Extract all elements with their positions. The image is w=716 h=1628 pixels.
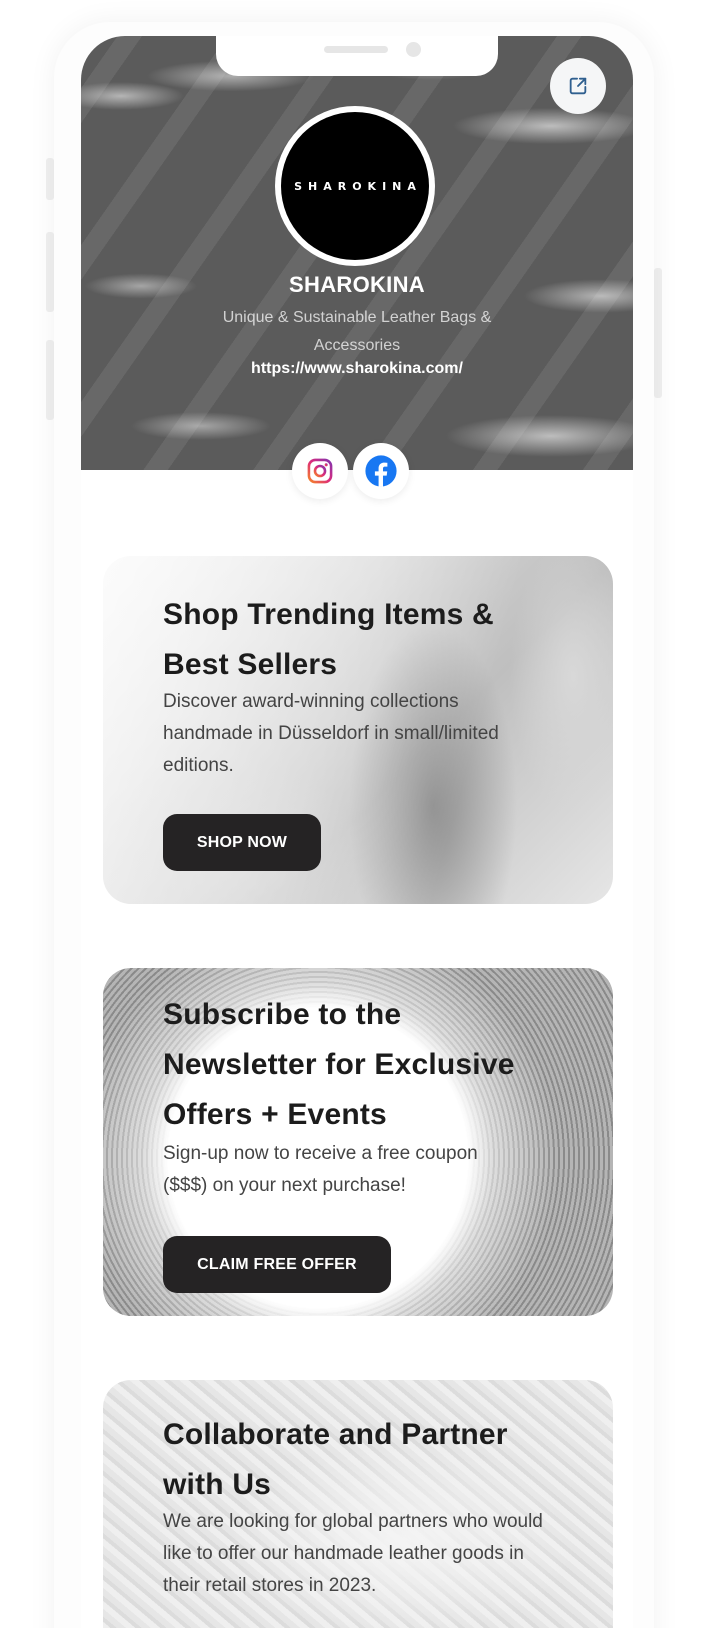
card-newsletter[interactable]: Subscribe to the Newsletter for Exclusiv… — [103, 968, 613, 1316]
card-collaborate[interactable]: Collaborate and Partner with Us We are l… — [103, 1380, 613, 1628]
profile-bio: Unique & Sustainable Leather Bags & Acce… — [222, 309, 492, 354]
instagram-button[interactable] — [292, 443, 348, 499]
shop-now-button[interactable]: SHOP NOW — [163, 814, 321, 871]
profile-name: SHAROKINA — [289, 272, 425, 297]
profile-header: SHAROKINA SHAROKINA Unique & Sustainable… — [81, 36, 633, 470]
instagram-icon — [307, 458, 333, 484]
profile-screen: SHAROKINA SHAROKINA Unique & Sustainable… — [81, 36, 633, 1628]
share-button[interactable] — [550, 58, 606, 114]
avatar: SHAROKINA — [275, 106, 435, 266]
card-title: Collaborate and Partner with Us — [163, 1418, 508, 1501]
brand-logo: SHAROKINA — [281, 112, 429, 260]
share-icon — [569, 77, 587, 95]
card-title: Shop Trending Items & Best Sellers — [163, 598, 494, 681]
card-shop-trending[interactable]: Shop Trending Items & Best Sellers Disco… — [103, 556, 613, 904]
card-description: We are looking for global partners who w… — [163, 1511, 543, 1596]
profile-website-link[interactable]: https://www.sharokina.com/ — [81, 360, 633, 378]
phone-side-button — [46, 232, 54, 312]
brand-logo-text: SHAROKINA — [294, 179, 422, 193]
facebook-button[interactable] — [353, 443, 409, 499]
notch-camera — [406, 42, 421, 57]
card-title: Subscribe to the Newsletter for Exclusiv… — [163, 998, 515, 1131]
phone-side-button — [46, 340, 54, 420]
facebook-icon — [365, 455, 397, 487]
notch-speaker — [324, 46, 388, 53]
card-description: Discover award-winning collections handm… — [163, 691, 499, 776]
phone-side-button — [46, 158, 54, 200]
claim-free-offer-button[interactable]: CLAIM FREE OFFER — [163, 1236, 391, 1293]
card-description: Sign-up now to receive a free coupon ($$… — [163, 1143, 478, 1196]
phone-side-button — [654, 268, 662, 398]
phone-notch — [216, 36, 498, 76]
